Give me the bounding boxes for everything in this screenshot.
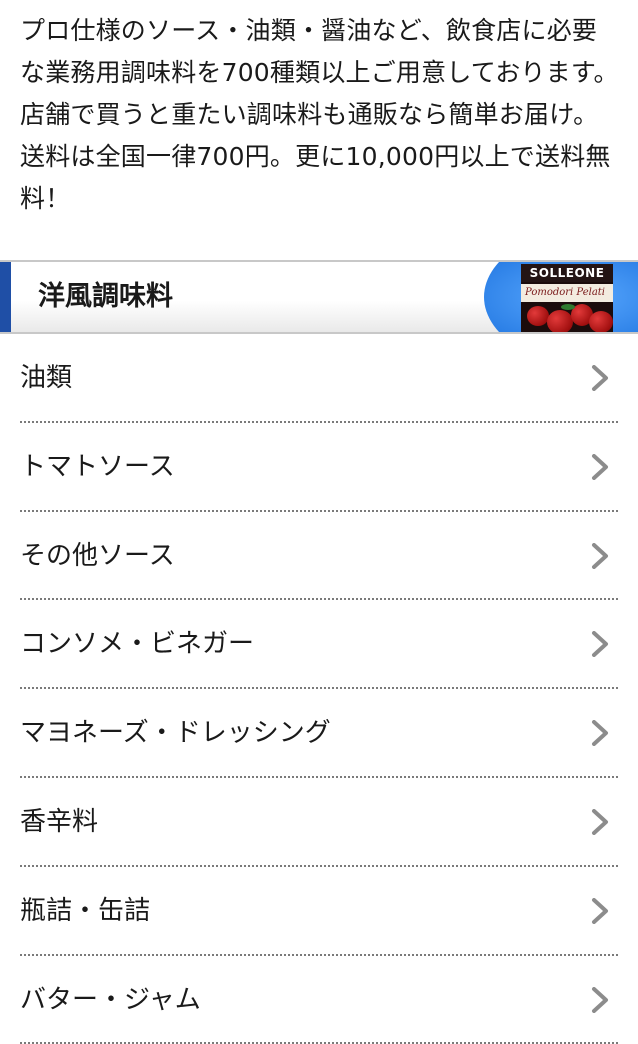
menu-item-label: バター・ジャム — [20, 984, 201, 1015]
section-title: 洋風調味料 — [38, 281, 173, 312]
menu-item-mayonnaise-dressing[interactable]: マヨネーズ・ドレッシング — [20, 689, 618, 778]
tomato-graphic — [527, 306, 549, 326]
menu-item-label: マヨネーズ・ドレッシング — [20, 718, 331, 749]
menu-item-label: 瓶詰・缶詰 — [20, 895, 151, 926]
menu-item-bottled-canned[interactable]: 瓶詰・缶詰 — [20, 867, 618, 956]
menu-item-tomato-sauce[interactable]: トマトソース — [20, 423, 618, 512]
section-header: 洋風調味料 SOLLEONE Pomodori Pelati — [0, 260, 638, 334]
menu-item-butter-jam[interactable]: バター・ジャム — [20, 956, 618, 1044]
menu-item-label: 油類 — [20, 363, 73, 393]
intro-text: プロ仕様のソース・油類・醤油など、飲食店に必要な業務用調味料を700種類以上ご用… — [20, 16, 619, 213]
product-label-text: Pomodori Pelati — [525, 287, 605, 298]
chevron-right-icon — [592, 986, 608, 1013]
chevron-right-icon — [592, 808, 608, 835]
menu-item-label: トマトソース — [20, 451, 175, 482]
chevron-right-icon — [592, 453, 608, 480]
chevron-right-icon — [592, 631, 608, 658]
menu-item-spices[interactable]: 香辛料 — [20, 778, 618, 867]
product-image: SOLLEONE Pomodori Pelati — [521, 264, 613, 332]
category-menu: 油類 トマトソース その他ソース コンソメ・ビネガー マヨネーズ・ドレッシング … — [0, 334, 638, 1044]
tomato-graphic — [547, 310, 573, 332]
chevron-right-icon — [592, 542, 608, 569]
leaf-graphic — [561, 304, 575, 310]
menu-item-label: 香辛料 — [20, 806, 99, 837]
section-accent-bar — [0, 262, 11, 332]
menu-item-consomme-vinegar[interactable]: コンソメ・ビネガー — [20, 600, 618, 690]
menu-item-label: その他ソース — [20, 540, 175, 571]
product-brand-text: SOLLEONE — [529, 266, 605, 280]
chevron-right-icon — [592, 720, 608, 747]
chevron-right-icon — [592, 897, 608, 924]
menu-item-label: コンソメ・ビネガー — [20, 629, 255, 660]
tomato-graphic — [589, 311, 613, 332]
chevron-right-icon — [592, 365, 608, 391]
menu-item-other-sauces[interactable]: その他ソース — [20, 512, 618, 601]
menu-item-oils[interactable]: 油類 — [20, 334, 618, 423]
